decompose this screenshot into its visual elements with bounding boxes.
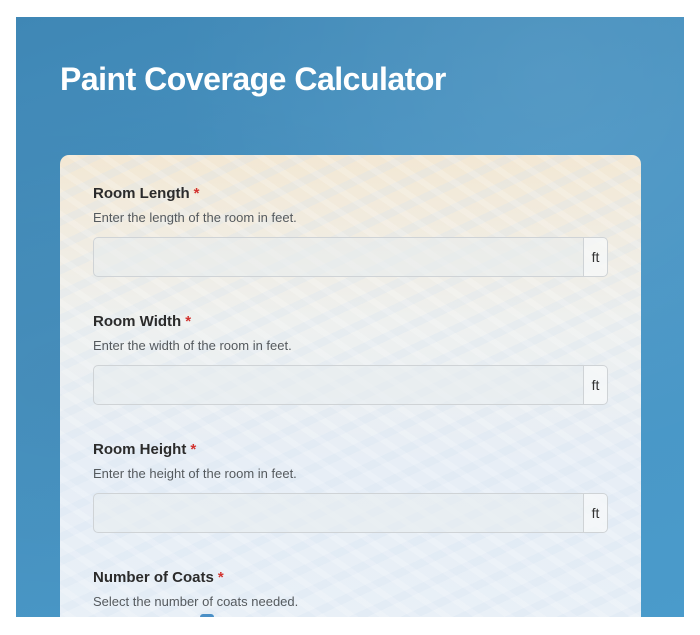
coats-field: Number of Coats * Select the number of co… [93,569,608,610]
room-width-label: Room Width * [93,313,192,330]
room-height-input-group: ft [93,493,608,533]
room-length-label: Room Length * [93,185,200,202]
room-length-hint: Enter the length of the room in feet. [93,210,297,225]
room-width-input-group: ft [93,365,608,405]
room-width-input[interactable] [94,366,583,404]
required-asterisk: * [217,569,224,586]
coats-slider[interactable] [93,614,608,617]
calculator-form: Room Length * Enter the length of the roo… [60,155,641,617]
coats-slider-thumb[interactable] [200,614,214,617]
required-asterisk: * [193,185,200,202]
room-length-input-group: ft [93,237,608,277]
coats-label: Number of Coats * [93,569,224,586]
room-length-field: Room Length * Enter the length of the roo… [93,185,608,277]
page-background: Paint Coverage Calculator Room Length * E… [16,17,684,617]
room-width-hint: Enter the width of the room in feet. [93,338,292,353]
room-height-hint: Enter the height of the room in feet. [93,466,297,481]
room-height-label: Room Height * [93,441,197,458]
page-title: Paint Coverage Calculator [60,61,446,97]
coats-hint: Select the number of coats needed. [93,594,299,609]
room-length-input[interactable] [94,238,583,276]
required-asterisk: * [185,313,192,330]
room-height-unit: ft [583,494,607,532]
room-height-input[interactable] [94,494,583,532]
room-width-unit: ft [583,366,607,404]
room-height-field: Room Height * Enter the height of the roo… [93,441,608,533]
required-asterisk: * [190,441,197,458]
room-width-field: Room Width * Enter the width of the room … [93,313,608,405]
room-length-unit: ft [583,238,607,276]
